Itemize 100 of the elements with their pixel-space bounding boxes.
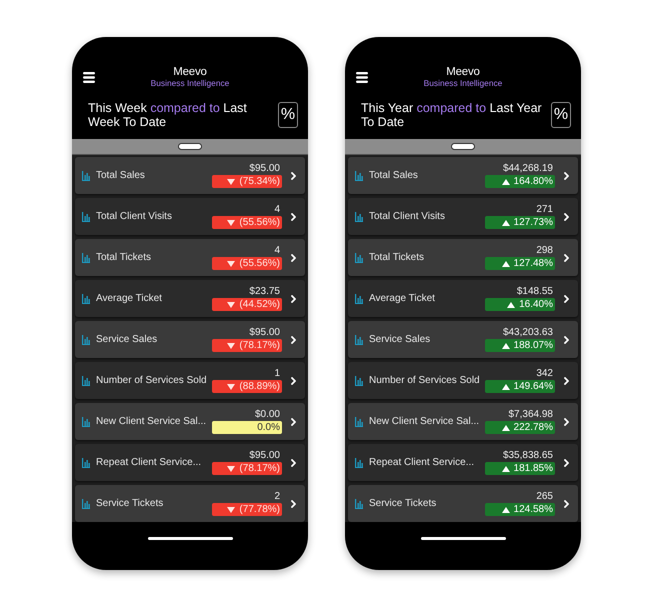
- metric-label: Total Tickets: [96, 252, 152, 263]
- change-percent: 127.48%: [514, 258, 553, 270]
- metric-value: $95.00: [249, 450, 281, 461]
- metric-row[interactable]: Total Sales $44,268.19 164.80%: [348, 157, 578, 194]
- metric-row[interactable]: Average Ticket $23.75 (44.52%): [75, 280, 305, 317]
- metric-value: $23.75: [249, 286, 281, 297]
- percent-button[interactable]: %: [551, 102, 571, 128]
- chevron-right-icon: [291, 500, 296, 508]
- chevron-right-icon: [564, 458, 569, 466]
- drag-handle-icon[interactable]: [451, 143, 475, 150]
- metric-value: $0.00: [254, 409, 281, 420]
- bar-chart-icon: [355, 294, 363, 304]
- change-percent: 188.07%: [514, 340, 553, 352]
- metric-label: New Client Service Sal...: [96, 416, 208, 427]
- metric-value: 4: [274, 245, 281, 256]
- change-percent: 164.80%: [514, 176, 553, 188]
- change-percent: 127.73%: [514, 216, 553, 228]
- change-percent: (88.89%): [239, 380, 280, 392]
- metric-label: Service Tickets: [96, 498, 164, 509]
- metric-value: $7,364.98: [508, 409, 554, 420]
- bar-chart-icon: [82, 294, 90, 304]
- drag-handle-icon[interactable]: [178, 143, 202, 150]
- change-percent: (77.78%): [239, 504, 280, 516]
- triangle-up-icon: [502, 178, 510, 184]
- metric-label: Total Client Visits: [96, 211, 173, 222]
- app-logo: Meevo: [446, 66, 480, 78]
- bar-chart-icon: [82, 376, 90, 386]
- percent-button[interactable]: %: [278, 102, 298, 128]
- menu-icon[interactable]: [356, 72, 368, 82]
- chevron-right-icon: [291, 172, 296, 180]
- change-percent: 0.0%: [257, 422, 280, 434]
- bar-chart-icon: [82, 212, 90, 222]
- chevron-right-icon: [291, 418, 296, 426]
- metric-value: $43,203.63: [502, 327, 554, 338]
- chevron-right-icon: [564, 336, 569, 344]
- metric-label: Number of Services Sold: [96, 375, 208, 386]
- triangle-down-icon: [227, 506, 236, 512]
- metric-value: 2: [274, 491, 281, 502]
- change-percent: (75.34%): [239, 176, 280, 188]
- triangle-up-icon: [507, 302, 516, 308]
- menu-icon[interactable]: [83, 72, 95, 82]
- bar-chart-icon: [82, 458, 90, 468]
- metric-row[interactable]: Repeat Client Service... $35,838.65 181.85%: [348, 444, 578, 481]
- metric-label: Total Sales: [369, 170, 419, 181]
- metric-label: New Client Service Sal...: [369, 416, 480, 427]
- metric-value: 271: [536, 204, 554, 215]
- metric-row[interactable]: Total Sales $95.00 (75.34%): [75, 157, 305, 194]
- metric-label: Repeat Client Service...: [96, 457, 202, 468]
- chevron-right-icon: [291, 458, 296, 466]
- period-heading: This Year compared to Last Year To Date: [361, 101, 543, 129]
- metric-row[interactable]: Number of Services Sold 342 149.64%: [348, 362, 578, 399]
- bar-chart-icon: [355, 170, 363, 180]
- metric-value: $44,268.19: [502, 163, 554, 174]
- change-percent: (78.17%): [239, 340, 280, 352]
- chevron-right-icon: [564, 254, 569, 262]
- metric-row[interactable]: Service Tickets 2 (77.78%): [75, 485, 305, 522]
- metric-row[interactable]: Total Client Visits 4 (55.56%): [75, 198, 305, 235]
- metric-row[interactable]: Service Tickets 265 124.58%: [348, 485, 578, 522]
- triangle-up-icon: [502, 384, 510, 390]
- metric-row[interactable]: Number of Services Sold 1 (88.89%): [75, 362, 305, 399]
- bar-chart-icon: [355, 458, 363, 468]
- chevron-right-icon: [564, 418, 569, 426]
- metric-row[interactable]: Service Sales $95.00 (78.17%): [75, 321, 305, 358]
- metric-row[interactable]: Average Ticket $148.55 16.40%: [348, 280, 578, 317]
- metric-row[interactable]: Service Sales $43,203.63 188.07%: [348, 321, 578, 358]
- metric-value: $35,838.65: [502, 450, 554, 461]
- change-percent: 124.58%: [514, 504, 553, 516]
- metric-label: Total Tickets: [369, 252, 426, 263]
- triangle-down-icon: [227, 384, 236, 390]
- change-percent: (55.56%): [239, 258, 280, 270]
- triangle-down-icon: [227, 220, 236, 226]
- chevron-right-icon: [291, 212, 296, 220]
- metric-row[interactable]: Total Tickets 4 (55.56%): [75, 239, 305, 276]
- bar-chart-icon: [355, 416, 363, 426]
- bar-chart-icon: [82, 252, 90, 262]
- metric-value: 342: [536, 368, 554, 379]
- metric-value: 265: [536, 491, 554, 502]
- metric-row[interactable]: Total Tickets 298 127.48%: [348, 239, 578, 276]
- chevron-right-icon: [291, 376, 296, 384]
- metric-row[interactable]: New Client Service Sal... $0.00 0.0%: [75, 403, 305, 440]
- triangle-up-icon: [502, 466, 510, 472]
- metric-label: Service Sales: [369, 334, 432, 345]
- metric-label: Total Client Visits: [369, 211, 446, 222]
- chevron-right-icon: [564, 172, 569, 180]
- metric-row[interactable]: Total Client Visits 271 127.73%: [348, 198, 578, 235]
- metric-row[interactable]: Repeat Client Service... $95.00 (78.17%): [75, 444, 305, 481]
- change-percent: 181.85%: [514, 462, 553, 474]
- metric-value: $148.55: [516, 286, 554, 297]
- triangle-up-icon: [502, 342, 510, 348]
- metric-label: Average Ticket: [369, 293, 436, 304]
- triangle-up-icon: [502, 424, 510, 430]
- change-percent: (44.52%): [239, 298, 280, 310]
- metric-value: $95.00: [249, 327, 281, 338]
- bar-chart-icon: [82, 498, 90, 508]
- metric-label: Average Ticket: [96, 293, 163, 304]
- triangle-down-icon: [227, 178, 236, 184]
- bar-chart-icon: [82, 170, 90, 180]
- metric-row[interactable]: New Client Service Sal... $7,364.98 222.78%: [348, 403, 578, 440]
- metric-label: Service Tickets: [369, 498, 438, 509]
- triangle-up-icon: [502, 220, 510, 226]
